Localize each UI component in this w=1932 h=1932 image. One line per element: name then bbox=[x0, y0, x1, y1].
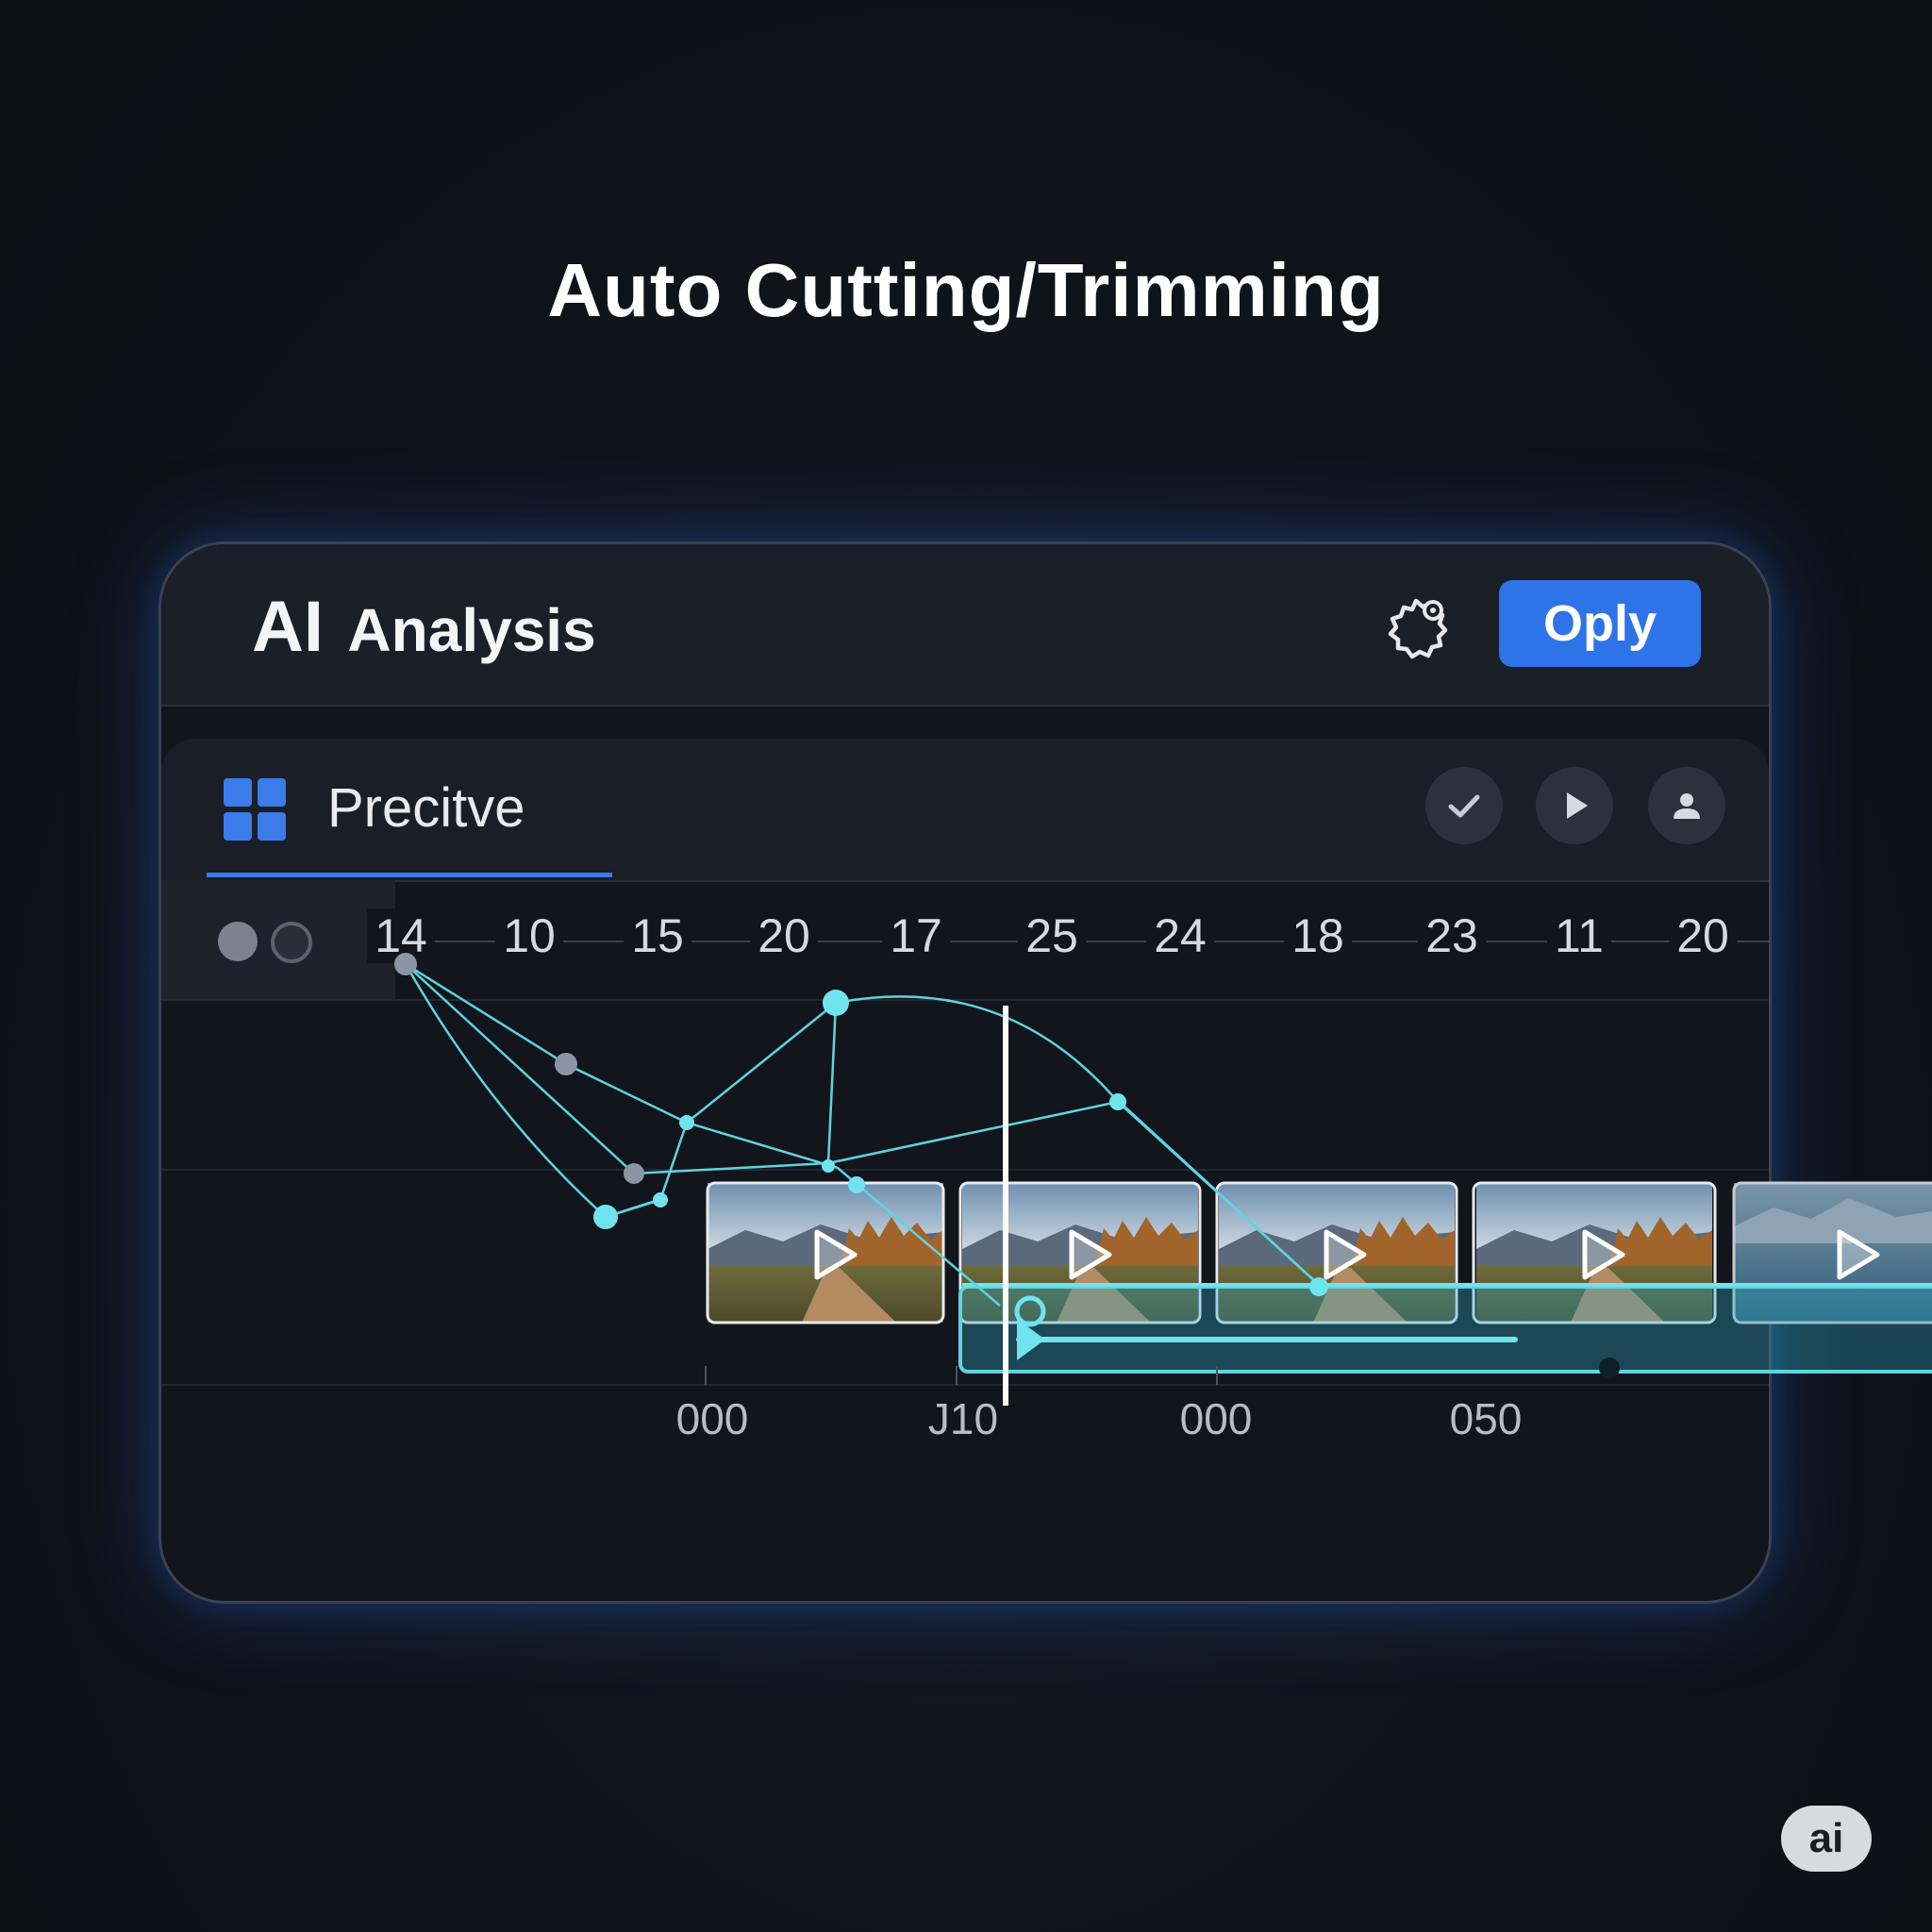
record-dot-icon[interactable] bbox=[218, 922, 258, 961]
panel-title: AI Analysis bbox=[252, 586, 596, 668]
title-ai: AI bbox=[252, 587, 324, 667]
ruler-tick: 20 bbox=[750, 908, 818, 963]
gear-icon[interactable] bbox=[1378, 590, 1454, 665]
ruler-tick: 14 bbox=[367, 908, 435, 963]
ai-analysis-panel: AI Analysis Oply Precitve 14 10 15 20 17… bbox=[158, 541, 1772, 1604]
timecode-label: 000 bbox=[1179, 1394, 1253, 1443]
user-icon bbox=[1674, 793, 1700, 819]
timecode-label: J10 bbox=[927, 1394, 999, 1443]
ruler-lead bbox=[161, 880, 395, 999]
user-button[interactable] bbox=[1648, 767, 1725, 844]
ruler-tick: 23 bbox=[1418, 908, 1486, 963]
ai-badge: ai bbox=[1781, 1806, 1872, 1872]
tab-bar: Precitve bbox=[161, 739, 1769, 882]
play-button[interactable] bbox=[1536, 767, 1613, 844]
ruler-tick: 20 bbox=[1669, 908, 1737, 963]
ruler-tick: 11 bbox=[1547, 908, 1611, 963]
timecode-label: 000 bbox=[675, 1394, 749, 1443]
guide-line bbox=[161, 1169, 1769, 1171]
check-button[interactable] bbox=[1425, 767, 1503, 844]
ruler-tick: 25 bbox=[1018, 908, 1086, 963]
ruler-tick: 17 bbox=[882, 908, 950, 963]
ruler-tick: 18 bbox=[1284, 908, 1352, 963]
ruler-tick: 10 bbox=[495, 908, 563, 963]
tab-underline bbox=[207, 873, 612, 877]
time-ruler: 14 10 15 20 17 25 24 18 23 11 20 bbox=[161, 880, 1769, 1001]
timecode-label: 050 bbox=[1449, 1394, 1523, 1443]
title-rest: Analysis bbox=[347, 596, 596, 664]
apply-button[interactable]: Oply bbox=[1499, 580, 1701, 667]
ruler-tick: 15 bbox=[624, 908, 691, 963]
ruler-tick: 24 bbox=[1146, 908, 1214, 963]
grid-icon bbox=[224, 778, 286, 841]
play-icon bbox=[1837, 1229, 1880, 1280]
ring-dot-icon[interactable] bbox=[271, 922, 312, 963]
page-heading: Auto Cutting/Trimming bbox=[547, 248, 1385, 332]
panel-header: AI Analysis Oply bbox=[161, 544, 1769, 707]
guide-line bbox=[161, 1384, 1769, 1386]
tab-precitve[interactable]: Precitve bbox=[327, 776, 525, 840]
play-icon bbox=[1567, 792, 1588, 819]
check-icon bbox=[1448, 794, 1480, 818]
